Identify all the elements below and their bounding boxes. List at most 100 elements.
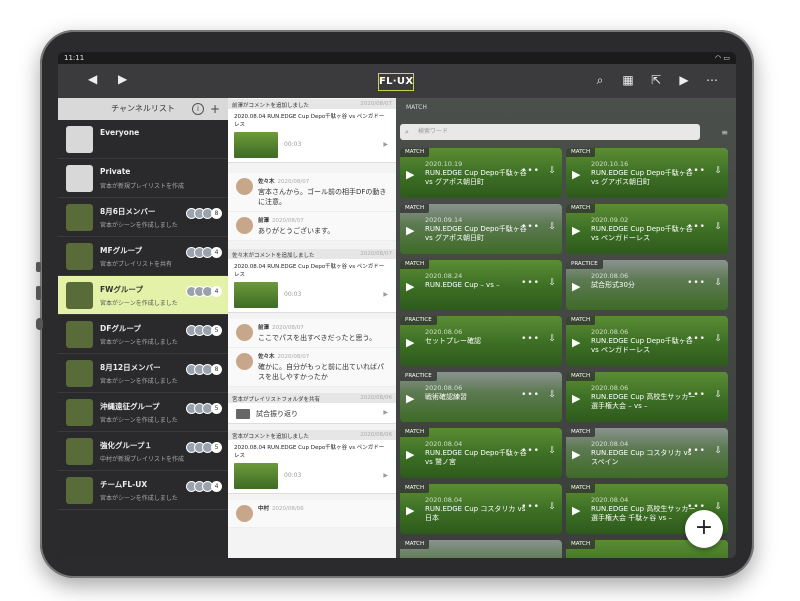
avatar <box>236 217 253 234</box>
video-tile[interactable]: PRACTICE 2020.08.06 戦術確認練習 ▶ ••• ⇩ <box>400 372 562 422</box>
scene-thumbnail <box>234 132 278 158</box>
channel-item[interactable]: DFグループ 宮本がシーンを作成しました 5 <box>58 315 228 354</box>
channel-item[interactable]: MFグループ 宮本がプレイリストを共有 4 <box>58 237 228 276</box>
download-icon[interactable]: ⇩ <box>548 222 556 232</box>
chevron-right-icon[interactable]: ▶ <box>118 72 127 86</box>
activity-scene-card[interactable]: 2020.08.04 RUN.EDGE Cup Depo千駄ヶ谷 vs ペンガド… <box>228 440 396 494</box>
download-icon[interactable]: ⇩ <box>548 390 556 400</box>
more-icon[interactable]: ••• <box>521 334 540 344</box>
more-icon[interactable]: ••• <box>521 502 540 512</box>
video-tile[interactable]: MATCH 2020.08.06 RUN.EDGE Cup Depo千駄ヶ谷 vs … <box>566 316 728 366</box>
more-icon[interactable]: ••• <box>687 278 706 288</box>
channel-item[interactable]: 強化グループ１ 中村が新規プレイリストを作成 5 <box>58 432 228 471</box>
channel-item[interactable]: チームFL-UX 宮本がシーンを作成しました 4 <box>58 471 228 510</box>
add-channel-icon[interactable]: + <box>210 98 220 120</box>
play-icon[interactable]: ▶ <box>406 392 414 405</box>
filter-icon[interactable]: ≡ <box>721 128 728 137</box>
channel-last-activity: 中村が新規プレイリストを作成 <box>100 456 185 463</box>
activity-scene-card[interactable]: 2020.08.04 RUN.EDGE Cup Depo千駄ヶ谷 vs ペンガド… <box>228 109 396 163</box>
more-icon[interactable]: ••• <box>687 446 706 456</box>
video-tile[interactable]: MATCH 2020.08.24 RUN.EDGE Cup – vs – ▶ ••• ⇩ <box>400 260 562 310</box>
play-icon[interactable]: ▶ <box>406 448 414 461</box>
play-icon[interactable]: ▶ <box>406 280 414 293</box>
side-button <box>36 318 43 330</box>
play-icon[interactable]: ▶ <box>383 291 388 298</box>
scene-search-icon[interactable]: ⌕ <box>593 73 607 87</box>
channel-avatar <box>66 438 93 465</box>
chevron-left-icon[interactable]: ◀ <box>88 72 97 86</box>
play-icon[interactable]: ▶ <box>572 168 580 181</box>
video-tile[interactable]: MATCH 2020.08.04 RUN.EDGE Cup Depo千駄ヶ谷 vs … <box>400 428 562 478</box>
download-icon[interactable]: ⇩ <box>548 334 556 344</box>
download-icon[interactable]: ⇩ <box>548 278 556 288</box>
play-icon[interactable]: ▶ <box>406 168 414 181</box>
channel-name: チームFL-UX <box>100 480 148 489</box>
channel-name: 沖縄遠征グループ <box>100 402 160 411</box>
play-icon[interactable]: ▶ <box>406 224 414 237</box>
download-icon[interactable]: ⇩ <box>714 446 722 456</box>
video-tile[interactable]: MATCH 2020.10.19 RUN.EDGE Cup Depo千駄ヶ谷 vs … <box>400 148 562 198</box>
channel-avatar <box>66 204 93 231</box>
video-tile[interactable]: PRACTICE 2020.08.06 試合形式30分 ▶ ••• ⇩ <box>566 260 728 310</box>
channel-item[interactable]: Everyone <box>58 120 228 159</box>
play-icon[interactable]: ▶ <box>572 448 580 461</box>
tile-tag: MATCH <box>566 316 596 325</box>
video-tile[interactable]: MATCH▶•••⇩ <box>400 540 562 558</box>
download-icon[interactable]: ⇩ <box>714 502 722 512</box>
more-icon[interactable]: ••• <box>521 222 540 232</box>
play-icon[interactable]: ▶ <box>572 392 580 405</box>
more-icon[interactable]: ⋯ <box>705 73 719 87</box>
shared-folder-row[interactable]: 試合振り返り ▶ <box>228 403 396 424</box>
video-tile[interactable]: MATCH 2020.08.04 RUN.EDGE Cup コスタリカ vs スペイ… <box>566 428 728 478</box>
video-icon[interactable]: ▶ <box>677 73 691 87</box>
channel-item[interactable]: 8月12日メンバー 宮本がシーンを作成しました 8 <box>58 354 228 393</box>
video-tile[interactable]: PRACTICE 2020.08.06 セットプレー確認 ▶ ••• ⇩ <box>400 316 562 366</box>
download-icon[interactable]: ⇩ <box>714 166 722 176</box>
export-icon[interactable]: ⇱ <box>649 73 663 87</box>
more-icon[interactable]: ••• <box>521 278 540 288</box>
member-count: 8 <box>211 207 222 219</box>
play-icon[interactable]: ▶ <box>406 504 414 517</box>
chevron-right-icon[interactable]: ▶ <box>383 409 388 416</box>
channel-item[interactable]: 沖縄遠征グループ 宮本がシーンを作成しました 5 <box>58 393 228 432</box>
more-icon[interactable]: ••• <box>521 390 540 400</box>
add-button[interactable]: + <box>685 510 723 548</box>
download-icon[interactable]: ⇩ <box>714 278 722 288</box>
more-icon[interactable]: ••• <box>521 446 540 456</box>
activity-header: 佐々木がコメントを追加しました 2020/08/07 <box>228 249 396 259</box>
download-icon[interactable]: ⇩ <box>548 166 556 176</box>
channel-item[interactable]: Private 宮本が新規プレイリストを作成 <box>58 159 228 198</box>
download-icon[interactable]: ⇩ <box>548 446 556 456</box>
tile-date: 2020.08.04 <box>425 440 463 448</box>
calendar-icon[interactable]: ▦ <box>621 73 635 87</box>
channel-item[interactable]: FWグループ 宮本がシーンを作成しました 4 <box>58 276 228 315</box>
play-icon[interactable]: ▶ <box>572 280 580 293</box>
download-icon[interactable]: ⇩ <box>714 334 722 344</box>
video-tile[interactable]: MATCH 2020.09.02 RUN.EDGE Cup Depo千駄ヶ谷 vs … <box>566 204 728 254</box>
play-icon[interactable]: ▶ <box>406 336 414 349</box>
download-icon[interactable]: ⇩ <box>714 222 722 232</box>
play-icon[interactable]: ▶ <box>383 141 388 148</box>
channel-name: Everyone <box>100 128 140 137</box>
video-tile[interactable]: MATCH 2020.08.06 RUN.EDGE Cup 高校生サッカー選手権大会… <box>566 372 728 422</box>
video-tile[interactable]: MATCH 2020.09.14 RUN.EDGE Cup Depo千駄ヶ谷 vs … <box>400 204 562 254</box>
download-icon[interactable]: ⇩ <box>714 390 722 400</box>
more-icon[interactable]: ••• <box>687 390 706 400</box>
more-icon[interactable]: ••• <box>521 166 540 176</box>
play-icon[interactable]: ▶ <box>572 504 580 517</box>
more-icon[interactable]: ••• <box>687 334 706 344</box>
play-icon[interactable]: ▶ <box>572 336 580 349</box>
video-tile[interactable]: MATCH 2020.08.04 RUN.EDGE Cup コスタリカ vs 日本 ▶… <box>400 484 562 534</box>
channel-item[interactable]: 8月6日メンバー 宮本がシーンを作成しました 8 <box>58 198 228 237</box>
download-icon[interactable]: ⇩ <box>548 502 556 512</box>
play-icon[interactable]: ▶ <box>383 472 388 479</box>
play-icon[interactable]: ▶ <box>572 224 580 237</box>
video-tile[interactable]: MATCH 2020.10.16 RUN.EDGE Cup Depo千駄ヶ谷 vs … <box>566 148 728 198</box>
activity-scene-card[interactable]: 2020.08.04 RUN.EDGE Cup Depo千駄ヶ谷 vs ペンガド… <box>228 259 396 313</box>
tile-title: RUN.EDGE Cup 高校生サッカー選手権大会 – vs – <box>591 393 696 410</box>
more-icon[interactable]: ••• <box>687 222 706 232</box>
more-icon[interactable]: ••• <box>687 166 706 176</box>
channel-last-activity: 宮本がシーンを作成しました <box>100 222 178 229</box>
search-input[interactable]: ⌕ 検索ワード <box>400 124 700 140</box>
info-icon[interactable]: i <box>192 103 204 115</box>
